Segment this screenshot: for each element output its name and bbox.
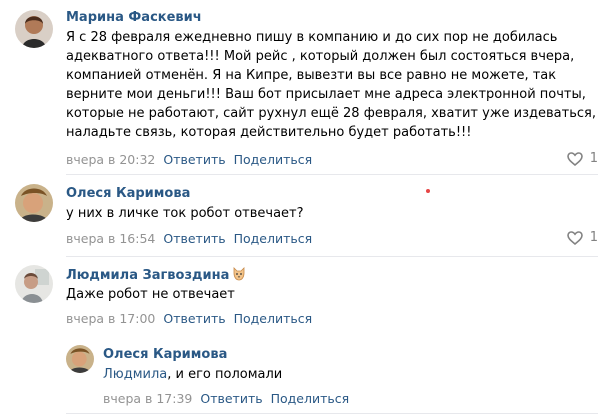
comment-text-line: Людмила, и его поломали (103, 365, 282, 384)
comment-author[interactable]: Марина Фаскевич (66, 10, 202, 25)
reply-button[interactable]: Ответить (200, 391, 262, 406)
notification-dot (426, 189, 430, 193)
author-name[interactable]: Людмила Загвоздина (66, 268, 229, 283)
reply-text: , и его поломали (167, 367, 283, 382)
comment-text-line: Даже робот не отвечает (66, 287, 235, 302)
comment-author[interactable]: Олеся Каримова (66, 186, 190, 201)
reply-button[interactable]: Ответить (163, 231, 225, 246)
comment-meta: вчера в 17:39 Ответить Поделиться (103, 391, 349, 406)
comment-date[interactable]: вчера в 17:00 (66, 311, 155, 326)
share-button[interactable]: Поделиться (271, 391, 350, 406)
mention-link[interactable]: Людмила (103, 367, 167, 382)
comment-text-line: адекватного ответа!!! Мой рейс , который… (66, 49, 575, 64)
comment-date[interactable]: вчера в 16:54 (66, 231, 155, 246)
reply-button[interactable]: Ответить (163, 311, 225, 326)
comment-text-line: у них в личке ток робот отвечает? (66, 206, 304, 221)
comment-text-line: которые не работают, сайт рухнул ещё 28 … (66, 106, 596, 121)
reply-button[interactable]: Ответить (163, 152, 225, 167)
like-count: 1 (589, 230, 598, 245)
divider (66, 174, 598, 175)
avatar[interactable] (66, 345, 94, 373)
cat-emoji-icon (232, 267, 246, 285)
share-button[interactable]: Поделиться (234, 311, 313, 326)
comment-text-line: верните мои деньги!!! Ваш бот присылает … (66, 87, 586, 102)
comment-text-line: компанией отменён. Я на Кипре, вывезти в… (66, 68, 557, 83)
like-count: 1 (589, 151, 598, 166)
share-button[interactable]: Поделиться (234, 231, 313, 246)
heart-icon (566, 230, 583, 245)
comment-meta: вчера в 17:00 Ответить Поделиться (66, 311, 312, 326)
avatar[interactable] (15, 10, 53, 48)
comment-date[interactable]: вчера в 20:32 (66, 152, 155, 167)
avatar[interactable] (15, 265, 53, 303)
heart-icon (566, 151, 583, 166)
share-button[interactable]: Поделиться (234, 152, 313, 167)
comment-author[interactable]: Олеся Каримова (103, 347, 227, 362)
comment-text-line: наладьте связь, которая действительно бу… (66, 125, 472, 140)
comment-meta: вчера в 20:32 Ответить Поделиться (66, 152, 312, 167)
comment-author: Людмила Загвоздина (66, 267, 246, 285)
comment-text-line: Я с 28 февраля ежедневно пишу в компанию… (66, 30, 558, 45)
divider (66, 256, 598, 257)
divider (66, 413, 598, 414)
comment-meta: вчера в 16:54 Ответить Поделиться (66, 231, 312, 246)
like-button[interactable]: 1 (566, 151, 598, 166)
like-button[interactable]: 1 (566, 230, 598, 245)
avatar[interactable] (15, 184, 53, 222)
comment-date[interactable]: вчера в 17:39 (103, 391, 192, 406)
